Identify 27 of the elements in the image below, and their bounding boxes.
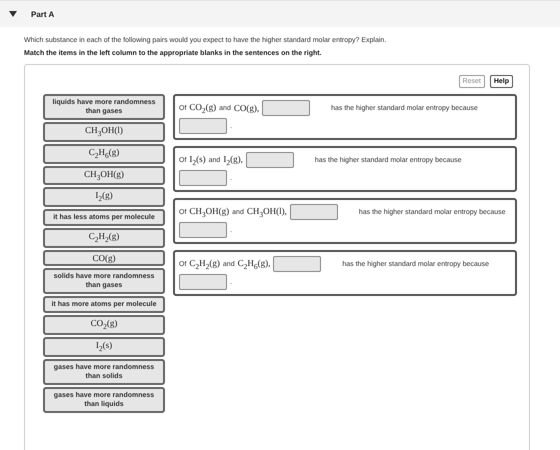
formula-text: C$_{2}$H$_{2}$(g) [189,258,220,270]
drop-blank[interactable] [179,274,227,290]
formula-text: CO(g), [234,103,260,113]
formula-text: I$_{2}$(s) [189,154,206,166]
formula-text: CH$_{3}$OH(g) [189,206,230,218]
draggable-tile[interactable]: CO$_{2}$(g) [43,314,165,335]
draggable-tile[interactable]: CO(g) [43,250,165,266]
formula-text: I$_{2}$(g), [223,154,243,166]
draggable-tile[interactable]: C$_{2}$H$_{6}$(g) [43,144,165,164]
formula-text: CH$_{3}$OH(l), [246,206,287,218]
draggable-tile[interactable]: C$_{2}$H$_{2}$(g) [43,228,165,248]
part-header[interactable]: Part A [0,0,560,27]
draggable-tile[interactable]: CH$_{3}$OH(g) [43,166,165,186]
part-title: Part A [31,10,54,18]
draggable-tile[interactable]: CH$_{3}$OH(l) [43,122,165,142]
drop-blank[interactable] [273,256,322,272]
drop-blank[interactable] [179,222,227,238]
caret-icon [9,11,17,17]
formula-text: CO$_{2}$(g) [189,102,216,114]
drop-blank[interactable] [246,152,294,168]
drop-blank[interactable] [262,100,310,116]
draggable-tile[interactable]: I$_{2}$(g) [43,187,165,208]
drop-blank[interactable] [290,204,338,220]
formula-text: C$_{2}$H$_{6}$(g), [238,258,270,270]
drop-blank[interactable] [179,118,227,134]
drop-blank[interactable] [179,170,227,186]
draggable-tile[interactable]: I$_{2}$(s) [43,336,165,357]
